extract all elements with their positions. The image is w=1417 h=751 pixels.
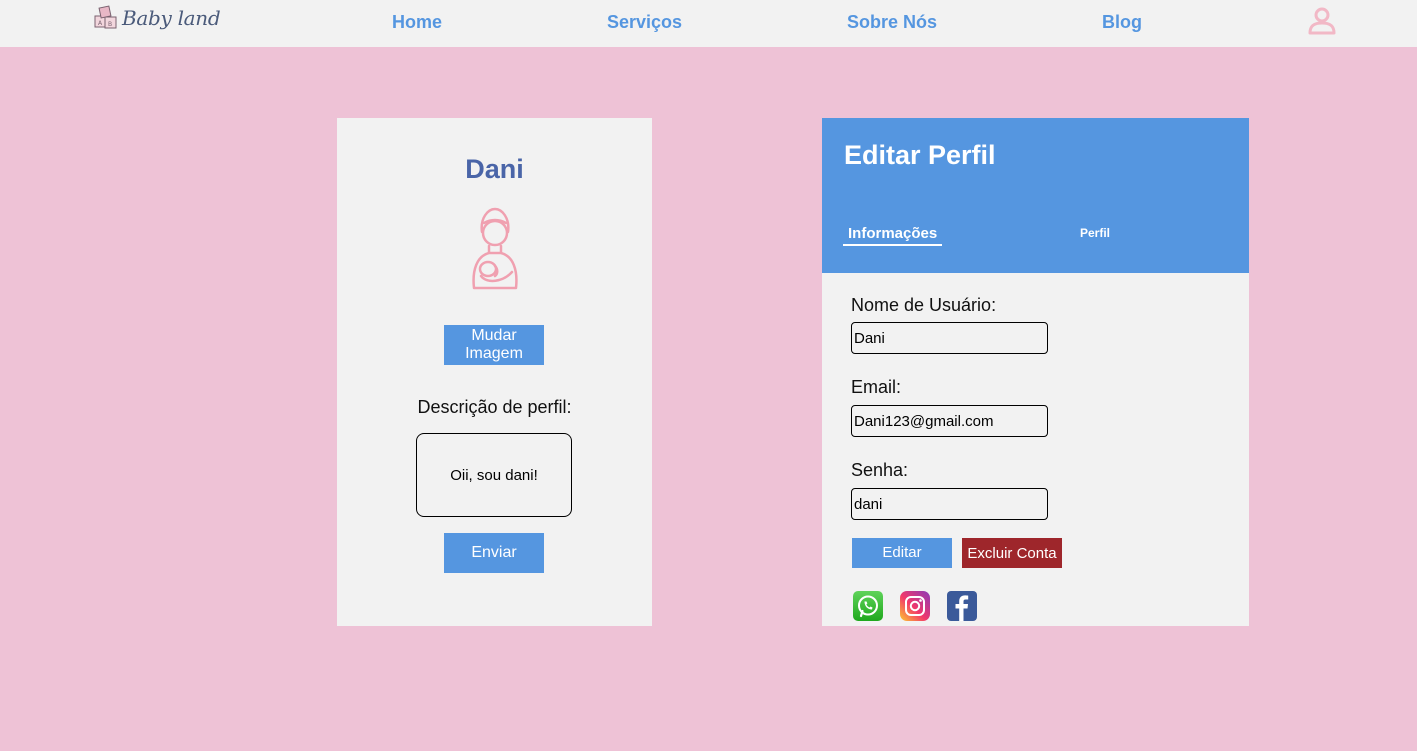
top-navbar: A B Baby land Home Serviços Sobre Nós Bl… (0, 0, 1417, 47)
active-tab-indicator (843, 244, 942, 246)
nav-sobre-link[interactable]: Sobre Nós (847, 12, 937, 33)
tab-informacoes[interactable]: Informações (848, 225, 937, 242)
edit-button[interactable]: Editar (852, 538, 952, 568)
whatsapp-icon[interactable] (853, 591, 883, 621)
brand-name: Baby land (122, 6, 221, 30)
edit-profile-card: Editar Perfil Informações Perfil Nome de… (822, 118, 1249, 626)
email-label: Email: (851, 377, 902, 397)
tab-perfil[interactable]: Perfil (1080, 226, 1110, 240)
description-textarea[interactable]: Oii, sou dani! (416, 433, 572, 517)
nav-home-link[interactable]: Home (392, 12, 442, 33)
nav-servicos-link[interactable]: Serviços (607, 12, 682, 33)
facebook-icon[interactable] (947, 591, 977, 621)
delete-account-button[interactable]: Excluir Conta (962, 538, 1062, 568)
username-input[interactable] (851, 322, 1048, 354)
send-button[interactable]: Enviar (444, 533, 544, 573)
description-label: Descrição de perfil: (417, 397, 572, 417)
mother-baby-icon (472, 207, 518, 290)
username-label: Nome de Usuário: (851, 295, 997, 315)
password-input[interactable] (851, 488, 1048, 520)
profile-card: Dani Mudar Imagem Descrição de perfil: O… (337, 118, 652, 626)
instagram-icon[interactable] (900, 591, 930, 621)
edit-profile-title: Editar Perfil (844, 140, 996, 170)
profile-name: Dani (465, 154, 524, 184)
baby-blocks-icon: A B (94, 5, 117, 29)
change-image-button[interactable]: Mudar Imagem (444, 325, 544, 365)
user-icon[interactable] (1306, 4, 1338, 36)
email-input[interactable] (851, 405, 1048, 437)
password-label: Senha: (851, 460, 909, 480)
edit-profile-header: Editar Perfil Informações Perfil (822, 118, 1249, 273)
svg-text:B: B (108, 21, 112, 28)
description-text: Oii, sou dani! (450, 466, 538, 484)
brand[interactable]: A B Baby land (93, 5, 221, 31)
nav-blog-link[interactable]: Blog (1102, 12, 1142, 33)
